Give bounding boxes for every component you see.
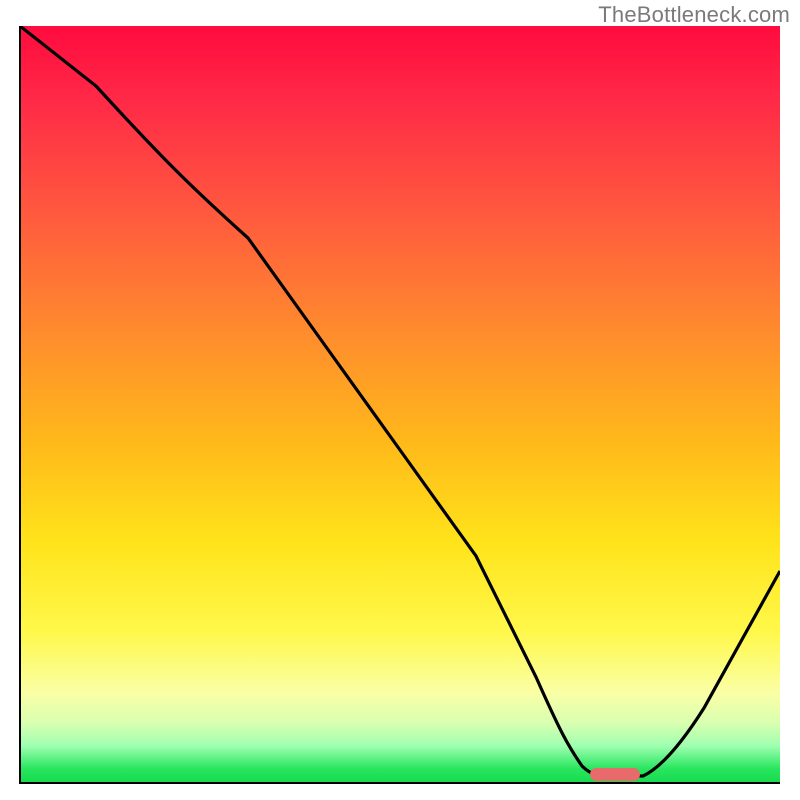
plot-area (20, 26, 780, 784)
watermark-text: TheBottleneck.com (598, 2, 790, 28)
bottleneck-curve-path (20, 26, 780, 776)
x-axis-line (20, 782, 780, 784)
optimal-range-marker (590, 768, 640, 781)
chart-container: TheBottleneck.com (0, 0, 800, 800)
curve-svg (20, 26, 780, 784)
y-axis-line (19, 26, 21, 784)
